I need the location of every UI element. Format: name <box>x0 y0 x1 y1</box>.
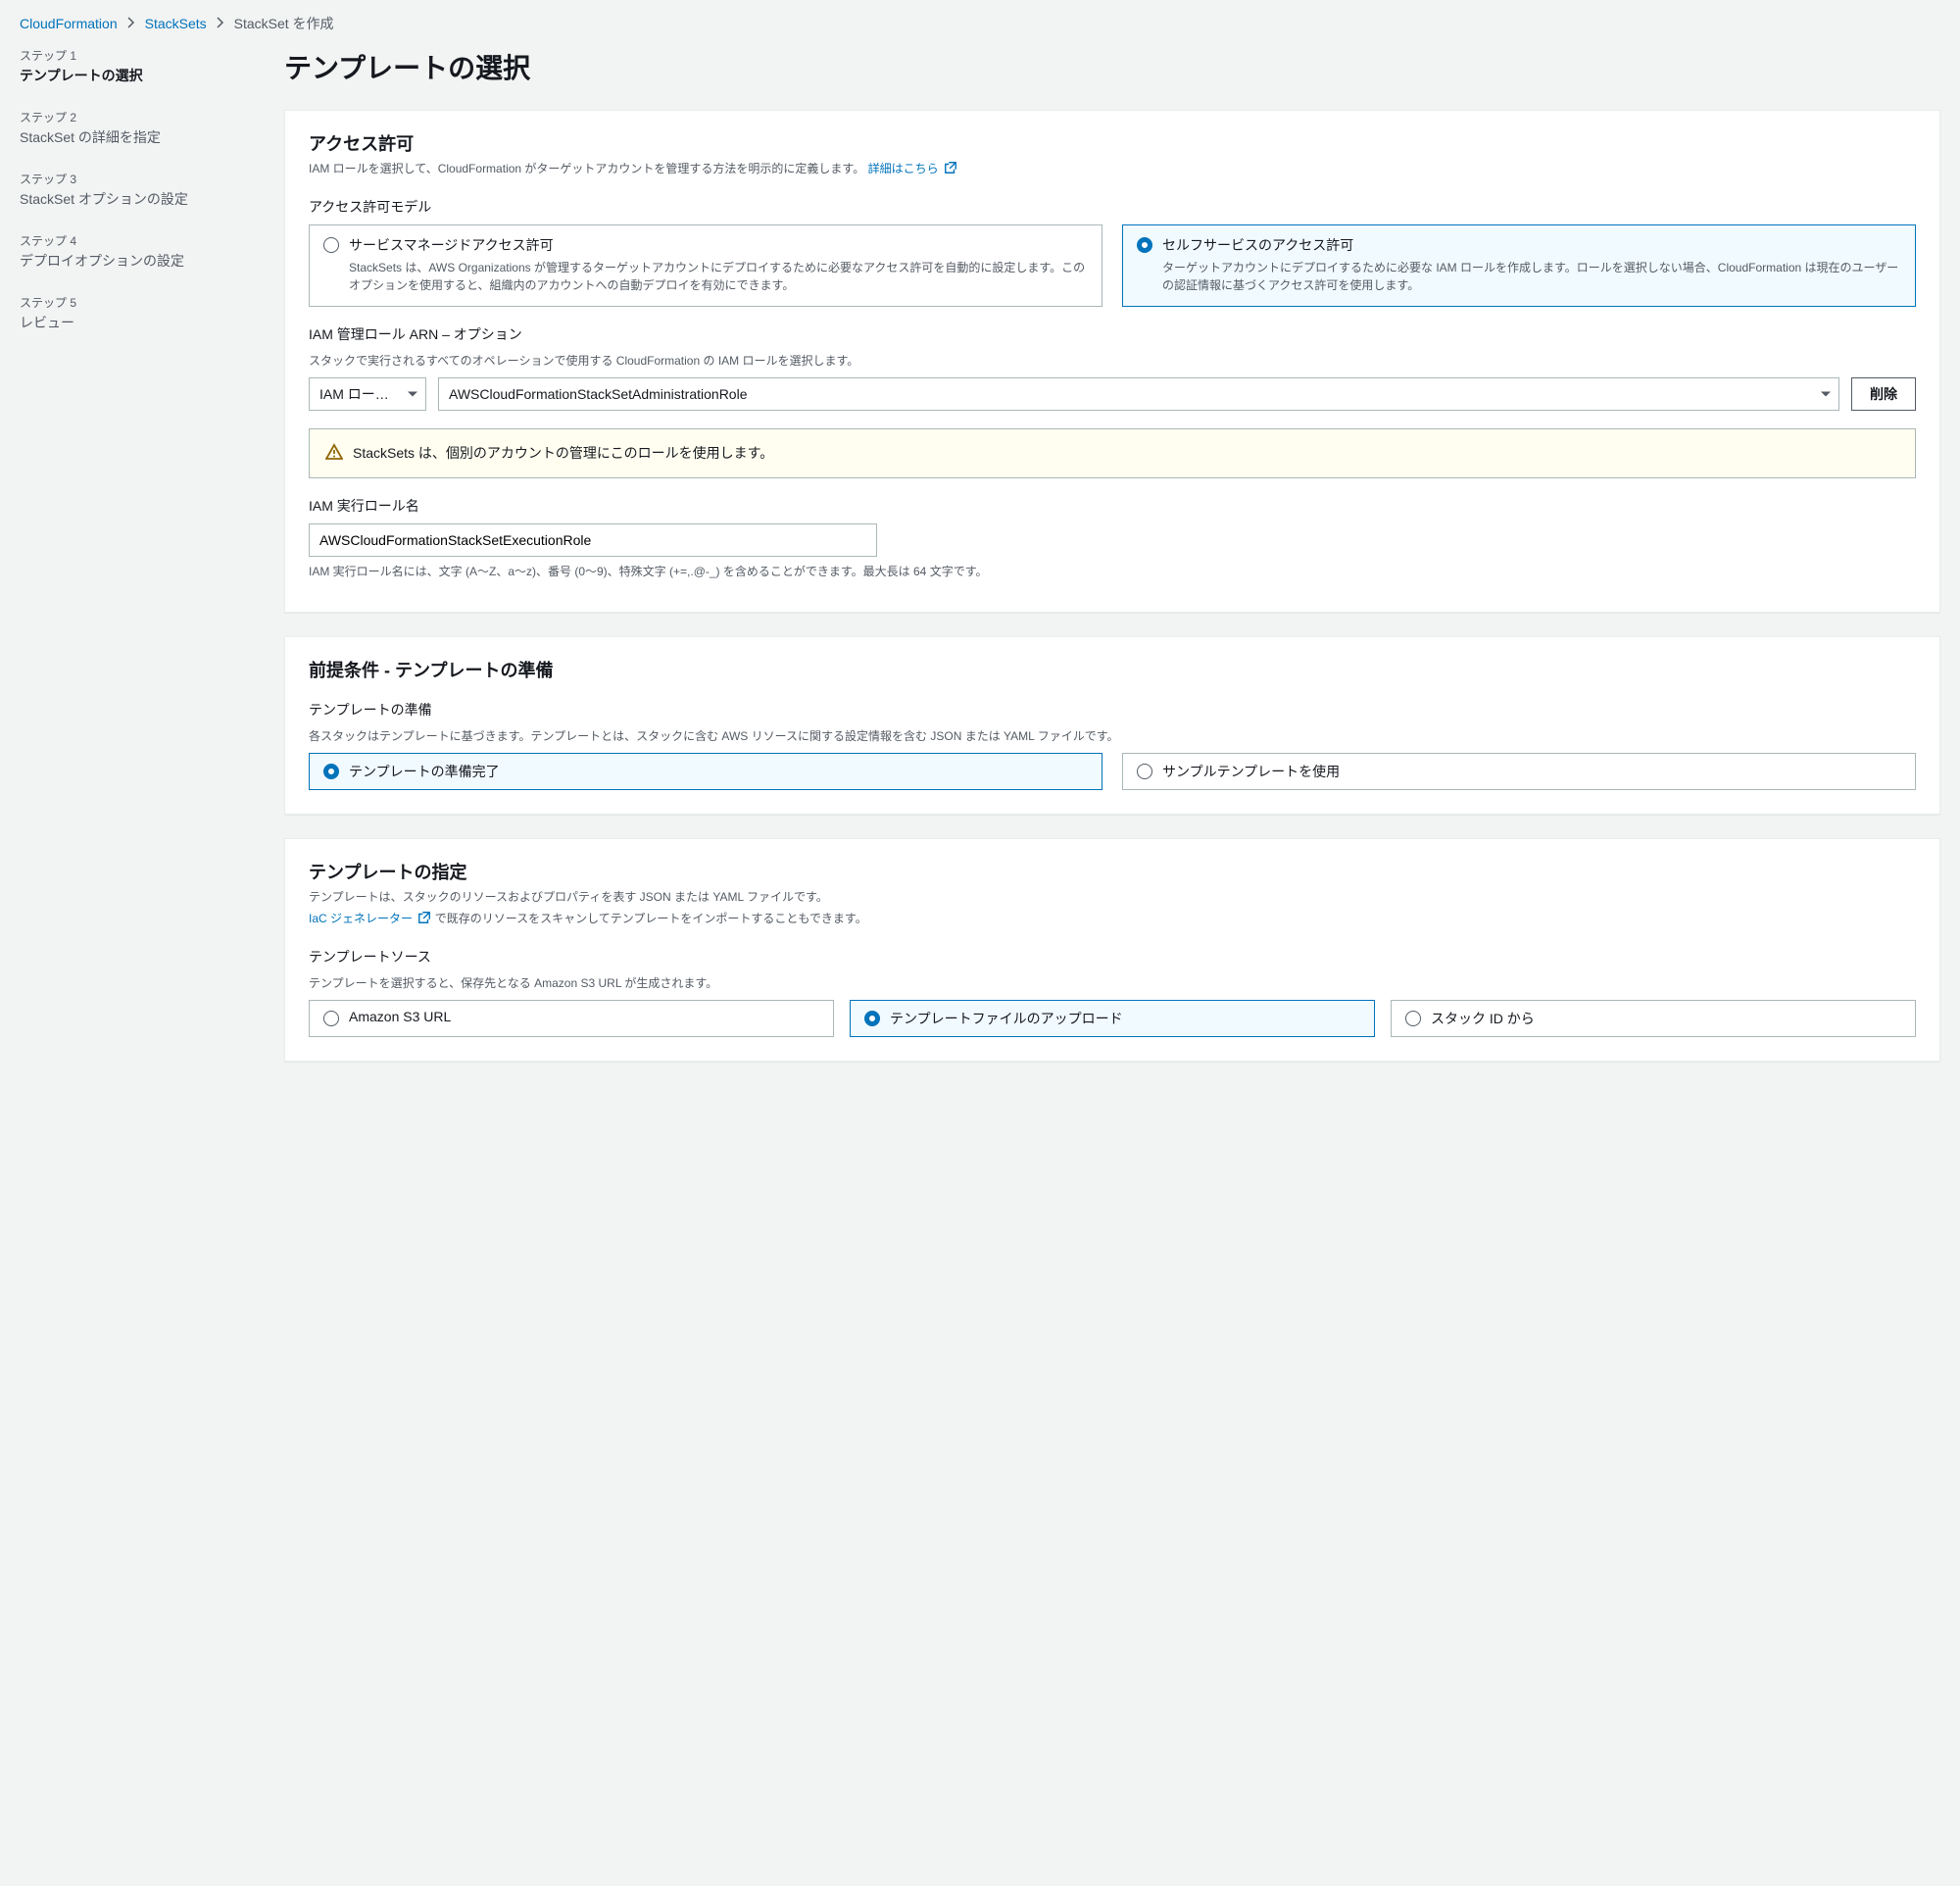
external-link-icon <box>944 161 957 179</box>
step-label: ステップ 4 <box>20 232 245 249</box>
step-5[interactable]: ステップ 5 レビュー <box>20 294 245 332</box>
step-2[interactable]: ステップ 2 StackSet の詳細を指定 <box>20 109 245 147</box>
iac-link-text: IaC ジェネレーター <box>309 912 416 925</box>
prereq-header: 前提条件 - テンプレートの準備 <box>309 657 1916 682</box>
chevron-right-icon <box>127 16 135 31</box>
exec-role-label: IAM 実行ロール名 <box>309 496 1916 516</box>
tile-title: サンプルテンプレートを使用 <box>1162 762 1901 781</box>
permissions-header: アクセス許可 <box>309 130 1916 156</box>
exec-role-input[interactable] <box>309 523 877 557</box>
learn-more-text: 詳細はこちら <box>868 162 942 175</box>
radio-icon <box>323 237 339 253</box>
admin-role-hint: スタックで実行されるすべてのオペレーションで使用する CloudFormatio… <box>309 352 1916 370</box>
tile-s3-url[interactable]: Amazon S3 URL <box>309 1000 834 1037</box>
step-1[interactable]: ステップ 1 テンプレートの選択 <box>20 47 245 85</box>
page-title: テンプレートの選択 <box>284 47 1940 86</box>
specify-desc-2: IaC ジェネレーター で既存のリソースをスキャンしてテンプレートをインポートす… <box>309 910 1916 929</box>
tile-title: テンプレートファイルのアップロード <box>890 1009 1360 1028</box>
tile-service-managed[interactable]: サービスマネージドアクセス許可 StackSets は、AWS Organiza… <box>309 224 1102 307</box>
template-source-hint: テンプレートを選択すると、保存先となる Amazon S3 URL が生成されま… <box>309 974 1916 992</box>
tile-desc: StackSets は、AWS Organizations が管理するターゲット… <box>349 259 1088 294</box>
radio-icon <box>323 764 339 779</box>
caret-down-icon <box>1821 392 1831 397</box>
specify-template-panel: テンプレートの指定 テンプレートは、スタックのリソースおよびプロパティを表す J… <box>284 838 1940 1062</box>
permission-model-label: アクセス許可モデル <box>309 197 1916 217</box>
warning-icon <box>325 443 343 464</box>
tile-title: テンプレートの準備完了 <box>349 762 1088 781</box>
step-title: レビュー <box>20 313 245 332</box>
radio-icon <box>1405 1011 1421 1026</box>
radio-icon <box>1137 237 1152 253</box>
step-title: StackSet の詳細を指定 <box>20 127 245 147</box>
admin-role-value: AWSCloudFormationStackSetAdministrationR… <box>449 386 748 402</box>
wizard-steps-sidebar: ステップ 1 テンプレートの選択 ステップ 2 StackSet の詳細を指定 … <box>20 43 245 1085</box>
breadcrumb: CloudFormation StackSets StackSet を作成 <box>0 0 1960 43</box>
template-prep-hint: 各スタックはテンプレートに基づきます。テンプレートとは、スタックに含む AWS … <box>309 727 1916 745</box>
prereq-panel: 前提条件 - テンプレートの準備 テンプレートの準備 各スタックはテンプレートに… <box>284 636 1940 815</box>
radio-icon <box>864 1011 880 1026</box>
step-label: ステップ 2 <box>20 109 245 125</box>
admin-role-alert: StackSets は、個別のアカウントの管理にこのロールを使用します。 <box>309 428 1916 478</box>
breadcrumb-current: StackSet を作成 <box>234 14 334 33</box>
exec-role-hint: IAM 実行ロール名には、文字 (A〜Z、a〜z)、番号 (0〜9)、特殊文字 … <box>309 563 1916 580</box>
step-title: テンプレートの選択 <box>20 66 245 85</box>
alert-text: StackSets は、個別のアカウントの管理にこのロールを使用します。 <box>353 443 773 463</box>
step-label: ステップ 5 <box>20 294 245 311</box>
step-title: StackSet オプションの設定 <box>20 189 245 209</box>
role-type-select[interactable]: IAM ロー… <box>309 377 426 411</box>
breadcrumb-stacksets[interactable]: StackSets <box>145 16 207 31</box>
step-label: ステップ 3 <box>20 171 245 187</box>
chevron-right-icon <box>217 16 224 31</box>
radio-icon <box>1137 764 1152 779</box>
specify-desc-1: テンプレートは、スタックのリソースおよびプロパティを表す JSON または YA… <box>309 888 1916 906</box>
step-4[interactable]: ステップ 4 デプロイオプションの設定 <box>20 232 245 271</box>
learn-more-link[interactable]: 詳細はこちら <box>868 162 957 175</box>
external-link-icon <box>417 911 431 929</box>
breadcrumb-cloudformation[interactable]: CloudFormation <box>20 16 118 31</box>
step-3[interactable]: ステップ 3 StackSet オプションの設定 <box>20 171 245 209</box>
permissions-desc: IAM ロールを選択して、CloudFormation がターゲットアカウントを… <box>309 160 1916 179</box>
tile-upload-file[interactable]: テンプレートファイルのアップロード <box>850 1000 1375 1037</box>
template-prep-label: テンプレートの準備 <box>309 700 1916 720</box>
delete-button[interactable]: 削除 <box>1851 377 1916 411</box>
specify-header: テンプレートの指定 <box>309 859 1916 884</box>
tile-title: セルフサービスのアクセス許可 <box>1162 235 1901 255</box>
permissions-panel: アクセス許可 IAM ロールを選択して、CloudFormation がターゲッ… <box>284 110 1940 613</box>
step-label: ステップ 1 <box>20 47 245 64</box>
permissions-desc-text: IAM ロールを選択して、CloudFormation がターゲットアカウントを… <box>309 162 868 175</box>
caret-down-icon <box>408 392 417 397</box>
tile-title: スタック ID から <box>1431 1009 1901 1028</box>
tile-stack-id[interactable]: スタック ID から <box>1391 1000 1916 1037</box>
step-title: デプロイオプションの設定 <box>20 251 245 271</box>
tile-title: Amazon S3 URL <box>349 1009 819 1024</box>
specify-desc-2-text: で既存のリソースをスキャンしてテンプレートをインポートすることもできます。 <box>435 912 867 925</box>
tile-sample-template[interactable]: サンプルテンプレートを使用 <box>1122 753 1916 790</box>
radio-icon <box>323 1011 339 1026</box>
template-source-label: テンプレートソース <box>309 947 1916 967</box>
tile-self-service[interactable]: セルフサービスのアクセス許可 ターゲットアカウントにデプロイするために必要な I… <box>1122 224 1916 307</box>
tile-desc: ターゲットアカウントにデプロイするために必要な IAM ロールを作成します。ロー… <box>1162 259 1901 294</box>
tile-title: サービスマネージドアクセス許可 <box>349 235 1088 255</box>
iac-generator-link[interactable]: IaC ジェネレーター <box>309 912 435 925</box>
role-type-value: IAM ロー… <box>319 384 389 404</box>
admin-role-select[interactable]: AWSCloudFormationStackSetAdministrationR… <box>438 377 1839 411</box>
tile-template-ready[interactable]: テンプレートの準備完了 <box>309 753 1102 790</box>
admin-role-label: IAM 管理ロール ARN – オプション <box>309 324 1916 344</box>
